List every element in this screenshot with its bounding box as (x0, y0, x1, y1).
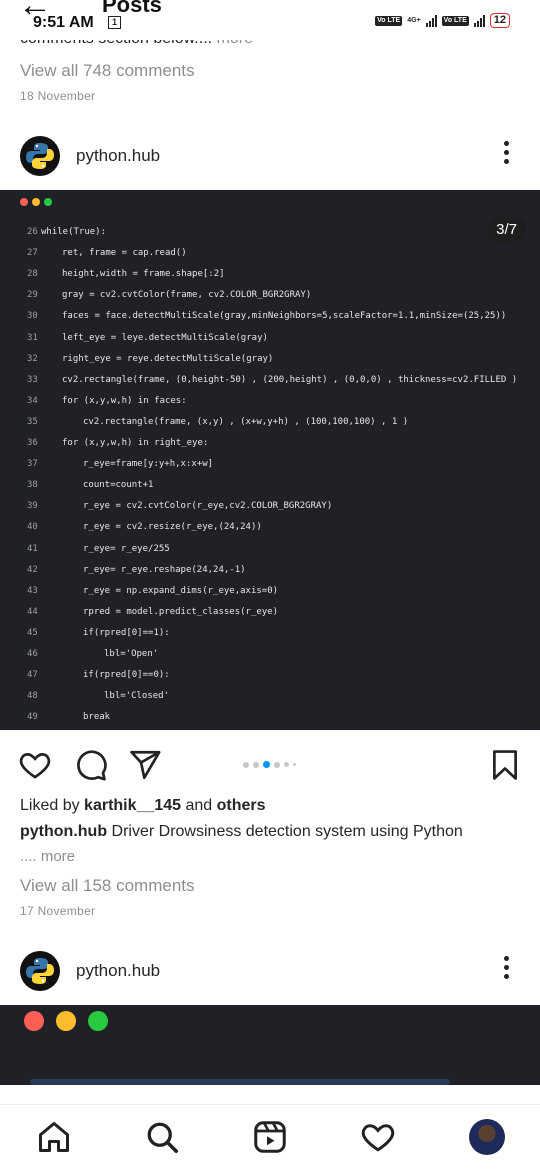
bookmark-icon[interactable] (488, 748, 522, 782)
line-number: 49 (27, 712, 38, 723)
line-number: 43 (27, 585, 38, 596)
code-text: for (x,y,w,h) in faces: (62, 395, 187, 406)
next-post-image[interactable] (0, 1005, 540, 1085)
line-number: 45 (27, 627, 38, 638)
code-text: for (x,y,w,h) in right_eye: (62, 438, 209, 448)
liked-by-user[interactable]: karthik__145 (84, 797, 181, 814)
volte-icon: Vo LTE (375, 15, 403, 26)
action-row (0, 745, 540, 785)
code-text: r_eye = cv2.cvtColor(r_eye,cv2.COLOR_BGR… (83, 501, 333, 512)
prev-date: 18 November (20, 89, 96, 103)
line-number: 35 (27, 416, 38, 427)
share-icon[interactable] (128, 748, 162, 782)
code-text: r_eye= r_eye/255 (83, 543, 170, 554)
line-number: 37 (27, 459, 38, 470)
window-dots (20, 198, 52, 206)
code-text: while(True): (41, 227, 107, 237)
code-text: lbl='Closed' (104, 691, 170, 702)
more-icon[interactable] (504, 141, 510, 164)
next-post-username[interactable]: python.hub (76, 961, 160, 981)
signal-icon-2 (473, 14, 485, 27)
code-text: break (83, 712, 111, 723)
caption: python.hub Driver Drowsiness detection s… (20, 823, 520, 841)
heart-icon[interactable] (18, 748, 52, 782)
line-number: 38 (27, 480, 38, 491)
caption-more-link[interactable]: .... more (20, 848, 75, 865)
post-username[interactable]: python.hub (76, 146, 160, 166)
line-number: 34 (27, 395, 38, 406)
line-number: 29 (27, 290, 38, 301)
line-number: 46 (27, 649, 38, 659)
notification-icon: 1 (108, 16, 121, 29)
carousel-counter: 3/7 (487, 217, 526, 242)
status-right: Vo LTE 4G+ Vo LTE 12 (375, 13, 510, 28)
code-preview (30, 1079, 450, 1085)
next-post-header: python.hub (0, 946, 540, 996)
line-number: 26 (27, 227, 38, 237)
code-text: lbl='Open' (104, 649, 159, 659)
code-text: ret, frame = cap.read() (62, 248, 187, 259)
view-comments[interactable]: View all 158 comments (20, 876, 195, 896)
volte-icon-2: Vo LTE (441, 15, 469, 26)
line-number: 47 (27, 670, 38, 681)
caption-username[interactable]: python.hub (20, 823, 107, 840)
code-text: faces = face.detectMultiScale(gray,minNe… (62, 311, 507, 322)
signal-icon (425, 14, 437, 27)
next-more-icon[interactable] (504, 956, 510, 979)
code-text: left_eye = leye.detectMultiScale(gray) (62, 332, 268, 343)
code-text: r_eye=frame[y:y+h,x:x+w] (83, 459, 214, 470)
code-text: r_eye= r_eye.reshape(24,24,-1) (83, 564, 246, 575)
code-text: cv2.rectangle(frame, (x,y) , (x+w,y+h) ,… (83, 416, 409, 427)
line-number: 42 (27, 564, 38, 575)
line-number: 28 (27, 269, 38, 280)
code-text: r_eye = np.expand_dims(r_eye,axis=0) (83, 585, 279, 596)
line-number: 39 (27, 501, 38, 512)
line-number: 41 (27, 543, 38, 554)
reels-icon[interactable] (252, 1119, 288, 1155)
python-logo-icon (26, 143, 54, 169)
avatar[interactable] (20, 136, 60, 176)
line-number: 40 (27, 522, 38, 533)
carousel-dots (243, 761, 296, 768)
prev-view-comments[interactable]: View all 748 comments (20, 61, 195, 81)
activity-icon[interactable] (360, 1119, 396, 1155)
status-bar: ← Posts 9:51 AM 1 Vo LTE 4G+ Vo LTE 12 (0, 0, 540, 40)
line-number: 48 (27, 691, 38, 702)
post-image[interactable]: 3/7 26 while(True): 27 ret, frame = cap.rea… (0, 190, 540, 730)
code-text: if(rpred[0]==1): (83, 627, 170, 638)
python-logo-icon (26, 958, 54, 984)
line-number: 32 (27, 353, 38, 364)
code-text: gray = cv2.cvtColor(frame, cv2.COLOR_BGR… (62, 290, 312, 301)
likes-mid: and (181, 797, 217, 814)
profile-avatar[interactable] (469, 1119, 505, 1155)
likes-prefix: Liked by (20, 797, 85, 814)
bottom-nav (0, 1104, 540, 1170)
line-number: 36 (27, 438, 38, 448)
line-number: 33 (27, 374, 38, 385)
caption-text: Driver Drowsiness detection system using… (107, 823, 463, 840)
next-avatar[interactable] (20, 951, 60, 991)
search-icon[interactable] (144, 1119, 180, 1155)
line-number: 27 (27, 248, 38, 259)
code-text: count=count+1 (83, 480, 154, 491)
post-date: 17 November (20, 904, 96, 918)
line-number: 44 (27, 606, 38, 617)
window-dots (24, 1011, 108, 1031)
code-text: if(rpred[0]==0): (83, 670, 170, 681)
status-time: 9:51 AM (33, 14, 94, 31)
code-text: r_eye = cv2.resize(r_eye,(24,24)) (83, 522, 262, 533)
comment-icon[interactable] (74, 748, 108, 782)
line-number: 30 (27, 311, 38, 322)
battery-icon: 12 (489, 13, 510, 28)
code-text: right_eye = reye.detectMultiScale(gray) (62, 353, 274, 364)
code-text: rpred = model.predict_classes(r_eye) (83, 606, 279, 617)
code-text: cv2.rectangle(frame, (0,height-50) , (20… (62, 374, 518, 385)
liked-by-others[interactable]: others (217, 797, 266, 814)
likes-line: Liked by karthik__145 and others (20, 797, 266, 815)
network-label: 4G+ (407, 17, 421, 24)
post-header: python.hub (0, 131, 540, 181)
code-text: height,width = frame.shape[:2] (62, 269, 225, 280)
home-icon[interactable] (36, 1119, 72, 1155)
line-number: 31 (27, 332, 38, 343)
